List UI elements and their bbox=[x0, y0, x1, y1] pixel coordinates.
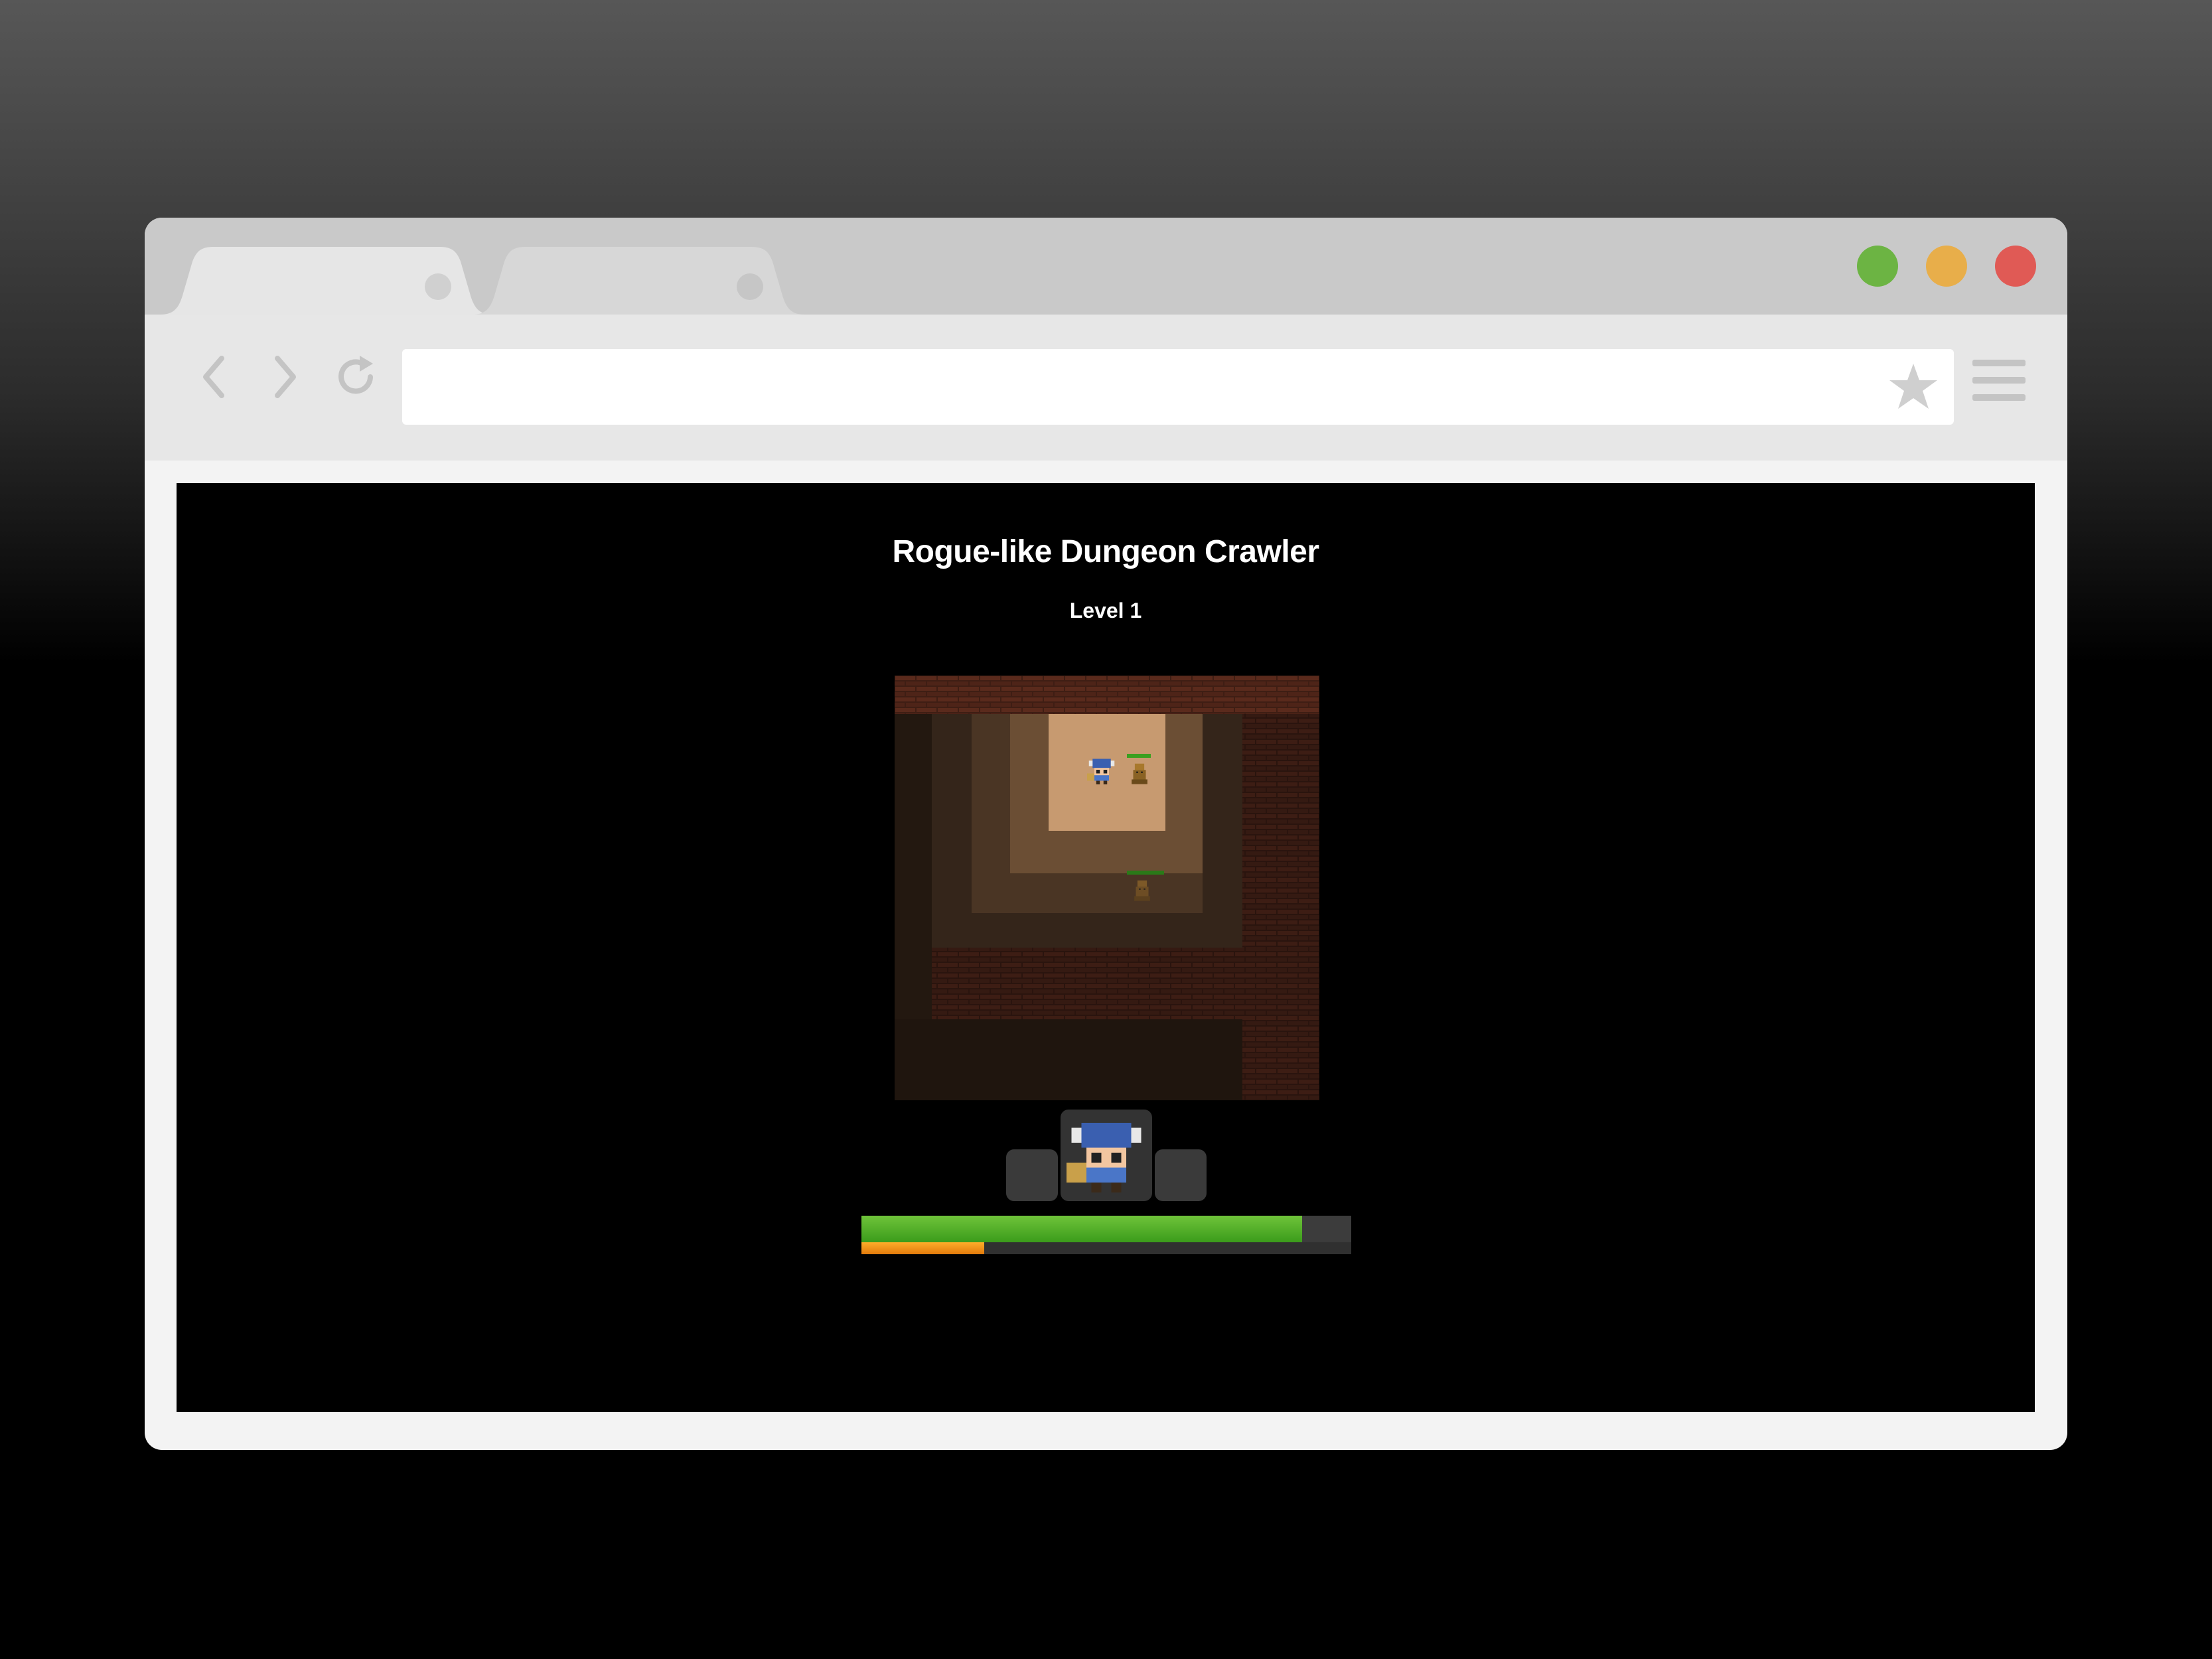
goblin-enemy-icon bbox=[1132, 763, 1147, 784]
game-level-label: Level 1 bbox=[1069, 599, 1142, 622]
page-viewport: Rogue-like Dungeon Crawler Level 1 bbox=[177, 483, 2035, 1412]
player-portrait bbox=[1061, 1110, 1152, 1201]
inventory-slot-left[interactable] bbox=[1006, 1149, 1058, 1201]
experience-bar-fill bbox=[861, 1242, 984, 1254]
forward-button[interactable] bbox=[258, 350, 311, 403]
tab-close-icon[interactable] bbox=[737, 273, 763, 300]
address-input[interactable] bbox=[418, 349, 1868, 426]
game-title: Rogue-like Dungeon Crawler bbox=[892, 534, 1319, 569]
dungeon-map[interactable] bbox=[895, 676, 1319, 1100]
tab-strip bbox=[145, 218, 2067, 315]
back-button[interactable] bbox=[188, 350, 242, 403]
tab-active[interactable] bbox=[161, 247, 492, 315]
health-bar-fill bbox=[861, 1216, 1303, 1242]
enemy-health-bar bbox=[1127, 871, 1164, 875]
hamburger-menu-icon[interactable] bbox=[1972, 357, 2026, 403]
dungeon-map-canvas bbox=[895, 676, 1319, 1100]
goblin-enemy-icon bbox=[1134, 880, 1150, 901]
window-minimize-button[interactable] bbox=[1926, 246, 1967, 287]
experience-bar bbox=[861, 1242, 1351, 1254]
address-bar[interactable] bbox=[402, 349, 1954, 426]
window-maximize-button[interactable] bbox=[1857, 246, 1898, 287]
browser-window: Rogue-like Dungeon Crawler Level 1 bbox=[145, 218, 2067, 1450]
inventory-slot-right[interactable] bbox=[1155, 1149, 1207, 1201]
reload-icon bbox=[338, 356, 373, 394]
tab-inactive[interactable] bbox=[473, 247, 804, 315]
browser-toolbar bbox=[145, 315, 2067, 461]
viking-hero-icon bbox=[1067, 1123, 1142, 1192]
window-close-button[interactable] bbox=[1995, 246, 2036, 287]
health-bar bbox=[861, 1216, 1351, 1242]
tab-close-icon[interactable] bbox=[425, 273, 451, 300]
viking-hero-icon bbox=[1087, 758, 1115, 784]
enemy-health-bar bbox=[1127, 754, 1151, 758]
reload-button[interactable] bbox=[329, 350, 382, 403]
chevron-left-icon bbox=[203, 356, 224, 398]
star-icon[interactable] bbox=[1887, 361, 1939, 413]
chevron-right-icon bbox=[275, 356, 296, 398]
